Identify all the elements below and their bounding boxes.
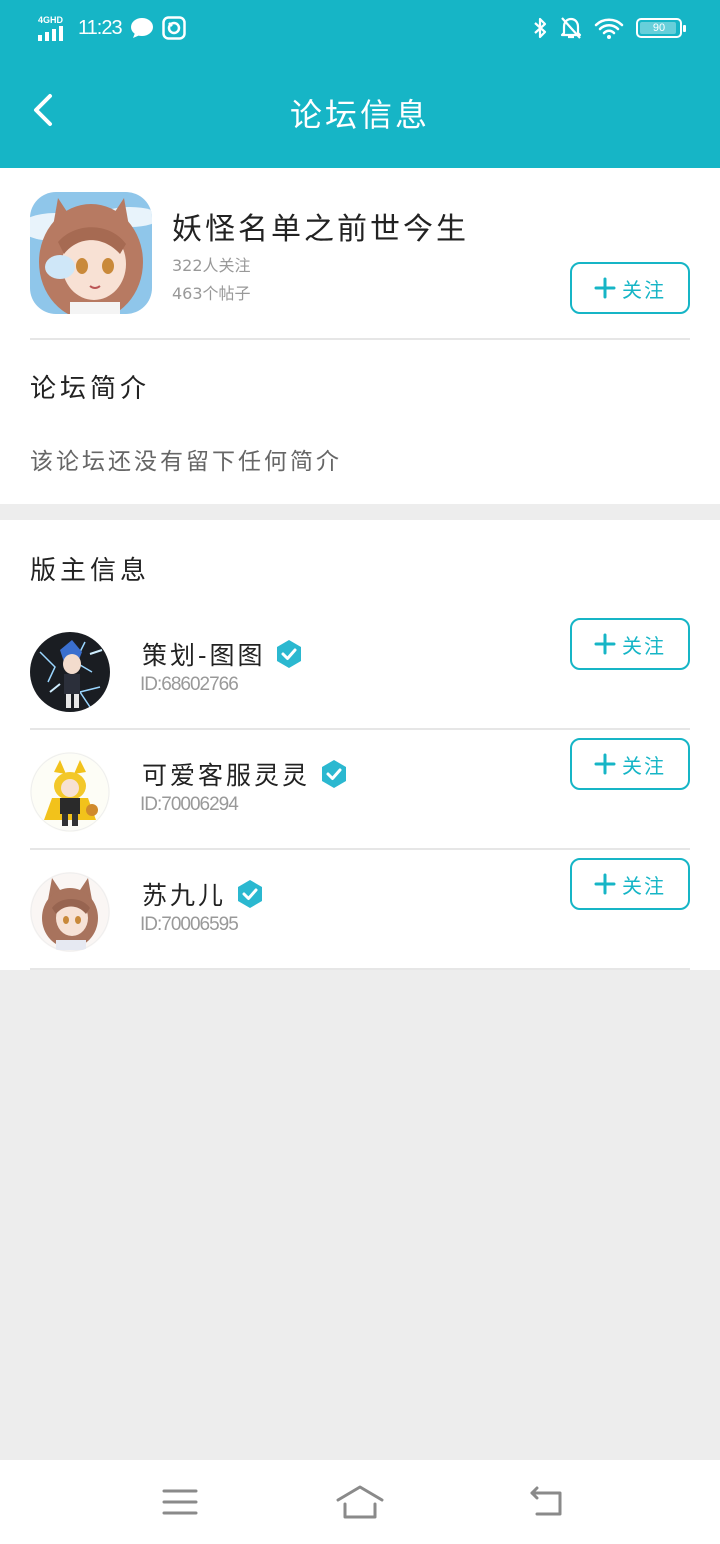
back-nav-button[interactable]: [518, 1478, 578, 1526]
divider: [30, 968, 690, 970]
moderator-name: 策划-图图: [142, 641, 266, 670]
follow-moderator-button[interactable]: 关注: [570, 858, 690, 910]
plus-icon: [594, 277, 616, 299]
moderator-id: ID:70006294: [140, 794, 239, 815]
forum-avatar: [30, 192, 152, 314]
cell-signal-icon: 4GHD: [38, 15, 70, 41]
forum-posts-count: 463个帖子: [172, 284, 251, 303]
plus-icon: [594, 633, 616, 655]
moderators-title: 版主信息: [30, 556, 151, 586]
verified-badge-icon: [277, 640, 302, 668]
wifi-icon: [594, 18, 624, 39]
bell-muted-icon: [560, 17, 582, 39]
moderator-id: ID:70006595: [140, 914, 239, 935]
forum-intro-title: 论坛简介: [30, 374, 151, 404]
moderator-row[interactable]: 苏九儿 ID:70006595 关注: [0, 850, 720, 970]
moderator-id: ID:68602766: [140, 674, 239, 695]
battery-level: 90: [652, 22, 666, 34]
bluetooth-icon: [534, 17, 547, 39]
moderator-row[interactable]: 可爱客服灵灵 ID:70006294 关注: [0, 730, 720, 850]
moderator-name: 可爱客服灵灵: [142, 761, 311, 790]
network-type: 4GHD: [38, 15, 64, 25]
avatar[interactable]: [30, 632, 110, 712]
plus-icon: [594, 873, 616, 895]
moderators-card: 版主信息 策划-图图 ID:68602766 关注 可爱客服灵灵 ID:7000…: [0, 520, 720, 970]
forum-followers-count: 322人关注: [172, 256, 251, 275]
battery-icon: 90: [636, 18, 686, 38]
follow-forum-button[interactable]: 关注: [570, 262, 690, 314]
page-title: 论坛信息: [289, 96, 430, 134]
forum-info-card: 妖怪名单之前世今生 322人关注 463个帖子 关注 论坛简介 该论坛还没有留下…: [0, 168, 720, 504]
follow-label: 关注: [622, 277, 666, 302]
follow-label: 关注: [622, 753, 666, 778]
status-time: 11:23: [78, 16, 123, 39]
plus-icon: [594, 753, 616, 775]
app-notification-icon: [161, 16, 186, 40]
status-bar: 4GHD 11:23 90: [0, 0, 720, 56]
avatar[interactable]: [30, 872, 110, 952]
home-icon: [336, 1485, 384, 1519]
verified-badge-icon: [238, 880, 263, 908]
menu-button[interactable]: [150, 1478, 210, 1526]
moderator-name: 苏九儿: [142, 881, 227, 910]
menu-icon: [162, 1489, 198, 1515]
moderator-row[interactable]: 策划-图图 ID:68602766 关注: [0, 610, 720, 730]
forum-name: 妖怪名单之前世今生: [172, 212, 469, 247]
follow-label: 关注: [622, 873, 666, 898]
forum-intro-text: 该论坛还没有留下任何简介: [30, 449, 342, 475]
chat-bubble-icon: [130, 18, 153, 38]
return-icon: [530, 1486, 562, 1516]
follow-label: 关注: [622, 633, 666, 658]
follow-moderator-button[interactable]: 关注: [570, 618, 690, 670]
divider: [30, 338, 690, 340]
follow-moderator-button[interactable]: 关注: [570, 738, 690, 790]
avatar[interactable]: [30, 752, 110, 832]
system-nav-bar: [0, 1460, 720, 1544]
verified-badge-icon: [322, 760, 347, 788]
app-header: 论坛信息: [0, 56, 720, 168]
home-button[interactable]: [330, 1478, 390, 1526]
